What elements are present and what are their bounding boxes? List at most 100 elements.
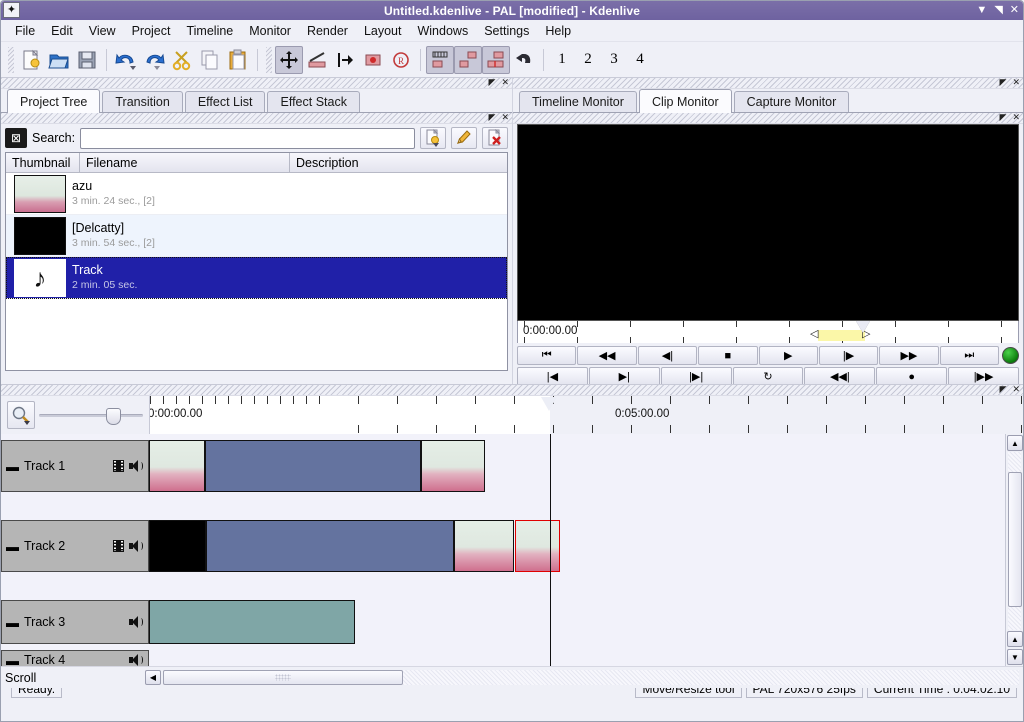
menu-windows[interactable]: Windows — [409, 22, 476, 40]
delete-clip-icon[interactable] — [482, 127, 508, 149]
timeline-cursor[interactable] — [550, 434, 551, 666]
clipmonitor-dock-handle[interactable]: ◤ ✕ — [513, 113, 1023, 124]
speaker-icon[interactable] — [129, 616, 143, 628]
timeline-clip[interactable] — [149, 440, 205, 492]
timeline-clip[interactable] — [205, 440, 421, 492]
cut-icon[interactable] — [168, 46, 196, 74]
razor-tool-icon[interactable] — [303, 46, 331, 74]
end-button[interactable]: ⏭ — [940, 346, 999, 365]
speaker-icon[interactable] — [129, 540, 143, 552]
menu-edit[interactable]: Edit — [43, 22, 81, 40]
insert-zone-project-icon[interactable] — [482, 46, 510, 74]
open-project-icon[interactable] — [45, 46, 73, 74]
tab-effect-list[interactable]: Effect List — [185, 91, 266, 112]
search-input[interactable] — [80, 128, 415, 149]
save-project-icon[interactable] — [73, 46, 101, 74]
forward-frame-button[interactable]: |▶ — [819, 346, 878, 365]
table-row[interactable]: [Delcatty] 3 min. 54 sec., [2] — [6, 215, 507, 257]
hscroll-thumb[interactable] — [163, 670, 403, 685]
scroll-thumb[interactable] — [1008, 472, 1022, 607]
scroll-up-button[interactable]: ▲ — [1007, 435, 1023, 451]
speaker-icon[interactable] — [129, 654, 143, 666]
monitor-ruler[interactable]: 0:00:00.00 — [517, 321, 1019, 343]
speaker-icon[interactable] — [129, 460, 143, 472]
track-header-3[interactable]: ▬ Track 3 — [1, 600, 149, 644]
zoom-slider-handle[interactable] — [106, 408, 121, 425]
move-tool-icon[interactable] — [275, 46, 303, 74]
new-project-icon[interactable] — [17, 46, 45, 74]
monitor-dock-handle[interactable]: ◤ ✕ — [513, 78, 1023, 89]
collapse-icon[interactable]: ▬ — [7, 541, 18, 552]
toolbar-grip[interactable] — [8, 47, 14, 73]
fit-zoom-icon[interactable] — [426, 46, 454, 74]
timeline-tracks-area[interactable]: ▬ Track 1 ▬ Track 2 — [1, 434, 1005, 666]
collapse-icon[interactable]: ▬ — [7, 655, 18, 666]
film-icon[interactable] — [113, 460, 124, 472]
menu-view[interactable]: View — [81, 22, 124, 40]
monitor-dock-close-icon[interactable]: ✕ — [1012, 77, 1020, 88]
table-row[interactable]: azu 3 min. 24 sec., [2] — [6, 173, 507, 215]
timeline-clip[interactable] — [421, 440, 485, 492]
menu-monitor[interactable]: Monitor — [241, 22, 299, 40]
menu-file[interactable]: File — [7, 22, 43, 40]
redo-icon[interactable] — [140, 46, 168, 74]
timeline-dock-handle[interactable]: ◤ ✕ — [1, 385, 1023, 396]
monitor-playhead[interactable] — [856, 321, 870, 333]
zone-start-marker-icon[interactable]: ◁ — [810, 327, 818, 340]
menu-timeline[interactable]: Timeline — [178, 22, 241, 40]
layout-button-3[interactable]: 3 — [601, 47, 627, 73]
monitor-video-surface[interactable] — [517, 124, 1019, 321]
tree-dock-close-icon[interactable]: ✕ — [501, 112, 509, 123]
timeline-vertical-scrollbar[interactable]: ▲ ▲ ▼ — [1005, 434, 1023, 666]
menu-project[interactable]: Project — [124, 22, 179, 40]
zoom-icon[interactable] — [7, 401, 35, 429]
rewind-frame-button[interactable]: ◀| — [638, 346, 697, 365]
clipmonitor-dock-float-icon[interactable]: ◤ — [1000, 112, 1007, 123]
timeline-clip[interactable] — [454, 520, 514, 572]
record-led[interactable] — [1002, 347, 1019, 364]
timeline-dock-float-icon[interactable]: ◤ — [1000, 384, 1007, 395]
maximize-button[interactable]: ◥ — [994, 5, 1002, 16]
menu-help[interactable]: Help — [537, 22, 579, 40]
project-tree-table[interactable]: Thumbnail Filename Description azu 3 min… — [5, 152, 508, 371]
timeline-ruler[interactable]: 0:00:00.00 0:05:00.00 — [149, 396, 1023, 434]
revert-icon[interactable] — [510, 46, 538, 74]
tab-capture-monitor[interactable]: Capture Monitor — [734, 91, 850, 112]
undo-icon[interactable] — [112, 46, 140, 74]
layout-button-1[interactable]: 1 — [549, 47, 575, 73]
scroll-up-button-2[interactable]: ▲ — [1007, 631, 1023, 647]
column-filename[interactable]: Filename — [80, 153, 290, 172]
monitor-dock-float-icon[interactable]: ◤ — [1000, 77, 1007, 88]
scroll-trough-top[interactable] — [1008, 452, 1021, 472]
film-icon[interactable] — [113, 540, 124, 552]
track-header-4[interactable]: ▬ Track 4 — [1, 650, 149, 666]
start-button[interactable]: ⏮ — [517, 346, 576, 365]
timeline-playhead[interactable] — [541, 397, 557, 411]
snap-icon[interactable] — [359, 46, 387, 74]
timeline-clip[interactable] — [149, 600, 355, 644]
menu-settings[interactable]: Settings — [476, 22, 537, 40]
track-header-2[interactable]: ▬ Track 2 — [1, 520, 149, 572]
column-description[interactable]: Description — [290, 153, 507, 172]
tree-dock-handle[interactable]: ◤ ✕ — [1, 113, 512, 124]
toolbar-grip-2[interactable] — [266, 47, 272, 73]
scroll-down-button[interactable]: ▼ — [1007, 649, 1023, 665]
marker-icon[interactable]: R — [387, 46, 415, 74]
zoom-slider[interactable] — [39, 401, 143, 429]
spacer-tool-icon[interactable] — [331, 46, 359, 74]
project-dock-float-icon[interactable]: ◤ — [489, 77, 496, 88]
paste-icon[interactable] — [224, 46, 252, 74]
timeline-clip[interactable] — [149, 520, 206, 572]
project-dock-handle[interactable]: ◤ ✕ — [1, 78, 512, 89]
copy-icon[interactable] — [196, 46, 224, 74]
insert-zone-timeline-icon[interactable] — [454, 46, 482, 74]
tab-timeline-monitor[interactable]: Timeline Monitor — [519, 91, 637, 112]
stop-button[interactable]: ■ — [698, 346, 757, 365]
table-row[interactable]: ♪ Track 2 min. 05 sec. — [6, 257, 507, 299]
close-button[interactable]: ✕ — [1010, 5, 1019, 16]
timeline-clip[interactable] — [206, 520, 454, 572]
tab-transition[interactable]: Transition — [102, 91, 182, 112]
tree-dock-float-icon[interactable]: ◤ — [489, 112, 496, 123]
column-thumbnail[interactable]: Thumbnail — [6, 153, 80, 172]
play-button[interactable]: ▶ — [759, 346, 818, 365]
